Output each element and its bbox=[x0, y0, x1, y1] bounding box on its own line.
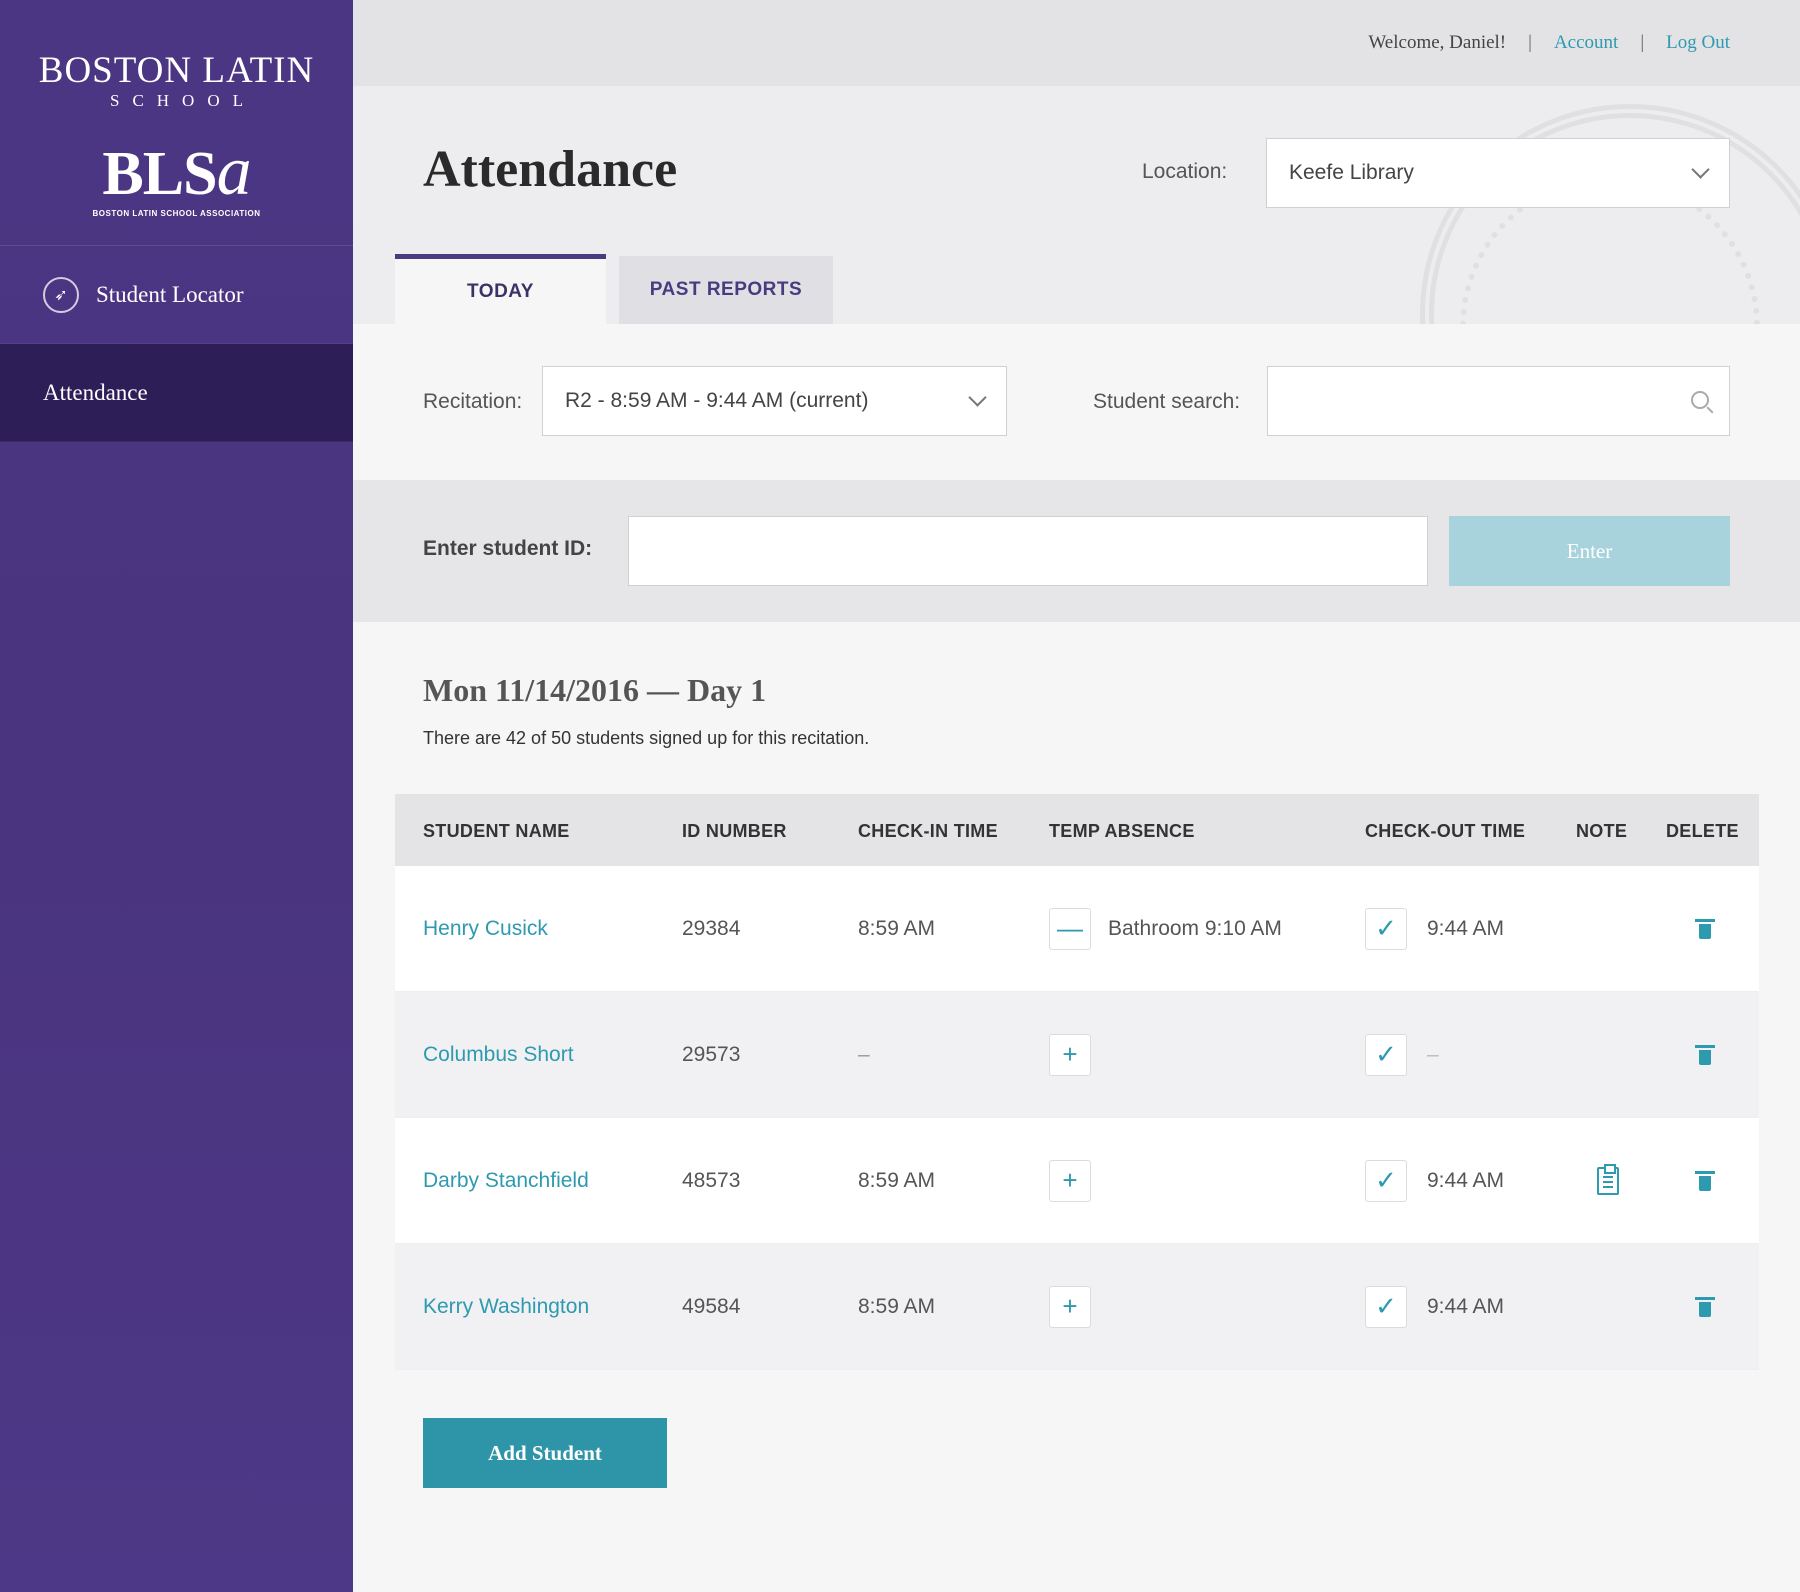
date-title: Mon 11/14/2016 — Day 1 bbox=[423, 672, 767, 708]
check-out-time: 9:44 AM bbox=[1427, 1294, 1505, 1318]
location-value: Keefe Library bbox=[1289, 161, 1414, 184]
check-in-time: – bbox=[858, 1042, 870, 1066]
compass-icon: ➶ bbox=[43, 276, 79, 313]
tab-label: TODAY bbox=[467, 280, 534, 302]
page-header: Attendance Location: Keefe Library TODAY… bbox=[353, 86, 1800, 324]
student-search-label: Student search: bbox=[1093, 390, 1241, 413]
welcome-text: Welcome, Daniel! bbox=[1368, 32, 1507, 53]
search-icon[interactable] bbox=[1691, 391, 1709, 409]
student-name-link[interactable]: Kerry Washington bbox=[423, 1295, 589, 1319]
check-out-time: – bbox=[1427, 1042, 1439, 1066]
student-id-box bbox=[628, 516, 1428, 586]
chevron-down-icon bbox=[968, 387, 987, 407]
sidebar-item-label: Attendance bbox=[43, 379, 148, 405]
student-search-box bbox=[1267, 366, 1730, 436]
enter-button[interactable]: Enter bbox=[1449, 516, 1730, 586]
top-bar: Welcome, Daniel! | Account | Log Out bbox=[353, 0, 1800, 86]
check-in-time: 8:59 AM bbox=[858, 1294, 936, 1318]
check-icon[interactable]: ✓ bbox=[1365, 1285, 1407, 1328]
check-icon[interactable]: ✓ bbox=[1365, 1033, 1407, 1076]
blsa-logo: BLSa bbox=[0, 137, 353, 207]
sidebar-item-label: Student Locator bbox=[96, 281, 244, 307]
temp-absence-text: Bathroom 9:10 AM bbox=[1108, 916, 1282, 940]
table-header: STUDENT NAME ID NUMBER CHECK-IN TIME TEM… bbox=[395, 794, 1759, 866]
filter-row: Recitation: R2 - 8:59 AM - 9:44 AM (curr… bbox=[353, 324, 1800, 480]
blsa-logo-main: BLS bbox=[102, 140, 217, 208]
check-out-time: 9:44 AM bbox=[1427, 916, 1505, 940]
chevron-down-icon bbox=[1691, 159, 1710, 179]
header-delete: DELETE bbox=[1666, 821, 1739, 841]
student-id-number: 48573 bbox=[682, 1168, 741, 1192]
account-link[interactable]: Account bbox=[1554, 32, 1618, 54]
brand-logo[interactable]: BOSTON LATIN SCHOOL BLSa BOSTON LATIN SC… bbox=[0, 0, 353, 246]
sidebar-item-attendance[interactable]: Attendance bbox=[0, 344, 353, 442]
table-row: Columbus Short 29573 – + ✓ – bbox=[395, 992, 1759, 1118]
note-icon[interactable] bbox=[1597, 1163, 1619, 1195]
separator: | bbox=[1528, 32, 1532, 53]
check-in-time: 8:59 AM bbox=[858, 1168, 936, 1192]
trash-icon[interactable] bbox=[1695, 1296, 1715, 1317]
minus-icon[interactable]: — bbox=[1049, 907, 1091, 950]
header-student-name: STUDENT NAME bbox=[423, 821, 570, 841]
tab-today[interactable]: TODAY bbox=[395, 254, 606, 324]
check-out-time: 9:44 AM bbox=[1427, 1168, 1505, 1192]
table-row: Darby Stanchfield 48573 8:59 AM + ✓ 9:44… bbox=[395, 1118, 1759, 1244]
check-icon[interactable]: ✓ bbox=[1365, 1159, 1407, 1202]
student-name-link[interactable]: Columbus Short bbox=[423, 1043, 574, 1067]
sidebar-item-student-locator[interactable]: ➶ Student Locator bbox=[0, 246, 353, 344]
table-row: Kerry Washington 49584 8:59 AM + ✓ 9:44 … bbox=[395, 1244, 1759, 1370]
trash-icon[interactable] bbox=[1695, 918, 1715, 939]
recitation-label: Recitation: bbox=[423, 390, 523, 413]
student-id-input[interactable] bbox=[629, 517, 1427, 585]
student-id-entry: Enter student ID: Enter bbox=[353, 480, 1800, 622]
student-id-number: 49584 bbox=[682, 1294, 741, 1318]
add-student-button[interactable]: Add Student bbox=[423, 1418, 667, 1488]
table-row: Henry Cusick 29384 8:59 AM — Bathroom 9:… bbox=[395, 866, 1759, 992]
student-id-number: 29384 bbox=[682, 916, 741, 940]
attendance-table: STUDENT NAME ID NUMBER CHECK-IN TIME TEM… bbox=[395, 794, 1759, 1370]
header-id-number: ID NUMBER bbox=[682, 821, 787, 841]
plus-icon[interactable]: + bbox=[1049, 1033, 1091, 1076]
logout-link[interactable]: Log Out bbox=[1666, 32, 1730, 54]
separator: | bbox=[1640, 32, 1645, 53]
trash-icon[interactable] bbox=[1695, 1170, 1715, 1191]
header-check-in-time: CHECK-IN TIME bbox=[858, 821, 998, 841]
trash-icon[interactable] bbox=[1695, 1044, 1715, 1065]
student-id-number: 29573 bbox=[682, 1042, 741, 1066]
student-id-label: Enter student ID: bbox=[423, 537, 593, 560]
check-icon[interactable]: ✓ bbox=[1365, 907, 1407, 950]
blsa-logo-accent: a bbox=[216, 133, 252, 210]
recitation-value: R2 - 8:59 AM - 9:44 AM (current) bbox=[565, 389, 869, 412]
brand-school-name: BOSTON LATIN bbox=[38, 50, 315, 91]
recitation-select[interactable]: R2 - 8:59 AM - 9:44 AM (current) bbox=[542, 366, 1007, 436]
student-name-link[interactable]: Henry Cusick bbox=[423, 917, 548, 941]
page-title: Attendance bbox=[423, 141, 678, 198]
plus-icon[interactable]: + bbox=[1049, 1159, 1091, 1202]
header-check-out-time: CHECK-OUT TIME bbox=[1365, 821, 1526, 841]
sidebar: BOSTON LATIN SCHOOL BLSa BOSTON LATIN SC… bbox=[0, 0, 353, 1592]
student-search-input[interactable] bbox=[1268, 367, 1729, 435]
brand-association: BOSTON LATIN SCHOOL ASSOCIATION bbox=[92, 209, 261, 218]
brand-school-word: SCHOOL bbox=[109, 91, 256, 110]
location-select[interactable]: Keefe Library bbox=[1266, 138, 1730, 208]
plus-icon[interactable]: + bbox=[1049, 1285, 1091, 1328]
tab-past-reports[interactable]: PAST REPORTS bbox=[619, 256, 833, 324]
header-note: NOTE bbox=[1576, 821, 1628, 841]
student-name-link[interactable]: Darby Stanchfield bbox=[423, 1169, 589, 1193]
signup-summary: There are 42 of 50 students signed up fo… bbox=[423, 728, 870, 748]
attendance-content: Mon 11/14/2016 — Day 1 There are 42 of 5… bbox=[353, 622, 1800, 1592]
location-label: Location: bbox=[1142, 160, 1228, 183]
tab-label: PAST REPORTS bbox=[649, 279, 803, 300]
check-in-time: 8:59 AM bbox=[858, 916, 936, 940]
header-temp-absence: TEMP ABSENCE bbox=[1049, 821, 1195, 841]
